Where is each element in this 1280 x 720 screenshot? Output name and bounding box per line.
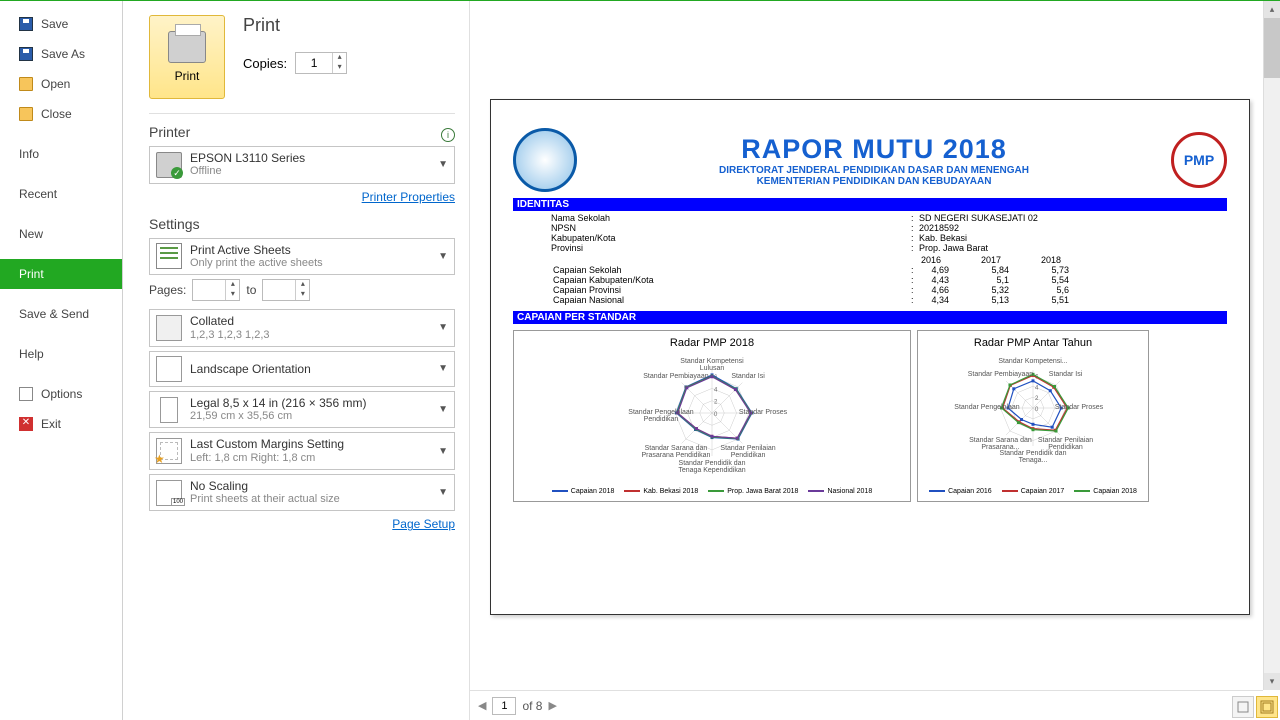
chart-radar-antar-tahun: Radar PMP Antar Tahun 0246Standar Kompet…	[917, 330, 1149, 502]
exit-icon: ✕	[19, 417, 33, 431]
logo-kemdikbud-icon	[513, 128, 577, 192]
landscape-icon	[156, 356, 182, 382]
capaian-bar: CAPAIAN PER STANDAR	[513, 311, 1227, 324]
next-page-button[interactable]: ▶	[548, 699, 556, 712]
doc-subtitle-1: DIREKTORAT JENDERAL PENDIDIKAN DASAR DAN…	[597, 165, 1151, 176]
prev-page-button[interactable]: ◀	[478, 699, 486, 712]
scroll-down-button[interactable]: ▾	[1264, 673, 1280, 690]
pages-to-label: to	[246, 283, 256, 297]
collate-dropdown[interactable]: Collated1,2,3 1,2,3 1,2,3 ▼	[149, 309, 455, 347]
folder-close-icon	[19, 107, 33, 121]
page-setup-link[interactable]: Page Setup	[392, 517, 455, 531]
printer-status-icon	[156, 152, 182, 178]
doc-title: RAPOR MUTU 2018	[597, 134, 1151, 165]
sidebar-print[interactable]: Print	[0, 259, 122, 289]
sidebar-options[interactable]: Options	[0, 379, 122, 409]
show-margins-button[interactable]	[1232, 696, 1254, 718]
sidebar-new[interactable]: New	[0, 219, 122, 249]
page-of-label: of 8	[522, 699, 542, 713]
save-as-icon	[19, 47, 33, 61]
sidebar-recent[interactable]: Recent	[0, 179, 122, 209]
printer-icon	[168, 31, 206, 63]
logo-pmp-icon: PMP	[1171, 132, 1227, 188]
sidebar-open[interactable]: Open	[0, 69, 122, 99]
zoom-to-page-button[interactable]	[1256, 696, 1278, 718]
scaling-icon	[156, 480, 182, 506]
options-icon	[19, 387, 33, 401]
paper-size-dropdown[interactable]: Legal 8,5 x 14 in (216 × 356 mm)21,59 cm…	[149, 391, 455, 429]
sidebar-exit[interactable]: ✕Exit	[0, 409, 122, 439]
backstage-sidebar: Save Save As Open Close Info Recent New …	[0, 1, 123, 720]
printer-section-title: Printer	[149, 124, 190, 140]
printer-info-icon[interactable]: i	[441, 128, 455, 142]
sidebar-close[interactable]: Close	[0, 99, 122, 129]
pages-from-spinner[interactable]: ▴▾	[192, 279, 240, 301]
chart-radar-2018: Radar PMP 2018 0246Standar Kompetensi Lu…	[513, 330, 911, 502]
chevron-down-icon: ▼	[438, 159, 448, 170]
sheets-icon	[156, 243, 182, 269]
settings-section-title: Settings	[149, 216, 455, 232]
print-title: Print	[243, 15, 347, 36]
copies-spinner[interactable]: ▴▾	[295, 52, 347, 74]
folder-open-icon	[19, 77, 33, 91]
vertical-scrollbar[interactable]: ▴ ▾	[1263, 1, 1280, 690]
collate-icon	[156, 315, 182, 341]
chevron-down-icon: ▼	[438, 487, 448, 498]
printer-properties-link[interactable]: Printer Properties	[362, 190, 455, 204]
sidebar-save[interactable]: Save	[0, 9, 122, 39]
chevron-down-icon: ▼	[438, 446, 448, 457]
print-what-dropdown[interactable]: Print Active SheetsOnly print the active…	[149, 238, 455, 276]
scaling-dropdown[interactable]: No ScalingPrint sheets at their actual s…	[149, 474, 455, 512]
copies-input[interactable]	[296, 56, 332, 70]
page-number-input[interactable]	[492, 697, 516, 715]
preview-page: RAPOR MUTU 2018 DIREKTORAT JENDERAL PEND…	[490, 99, 1250, 615]
sidebar-save-send[interactable]: Save & Send	[0, 299, 122, 329]
print-button[interactable]: Print	[149, 15, 225, 99]
print-settings-panel: Print Print Copies: ▴▾ Printer i EPSO	[123, 1, 469, 720]
identitas-bar: IDENTITAS	[513, 198, 1227, 211]
scroll-thumb[interactable]	[1264, 18, 1280, 78]
pages-to-input[interactable]	[263, 283, 295, 297]
copies-down[interactable]: ▾	[332, 63, 346, 73]
preview-page-nav: ◀ of 8 ▶	[470, 690, 1263, 720]
doc-subtitle-2: KEMENTERIAN PENDIDIKAN DAN KEBUDAYAAN	[597, 176, 1151, 187]
orientation-dropdown[interactable]: Landscape Orientation ▼	[149, 351, 455, 387]
sidebar-help[interactable]: Help	[0, 339, 122, 369]
sidebar-info[interactable]: Info	[0, 139, 122, 169]
copies-label: Copies:	[243, 56, 287, 71]
paper-icon	[160, 397, 178, 423]
margins-icon: ★	[156, 438, 182, 464]
save-icon	[19, 17, 33, 31]
chevron-down-icon: ▼	[438, 322, 448, 333]
scroll-up-button[interactable]: ▴	[1264, 1, 1280, 18]
pages-from-input[interactable]	[193, 283, 225, 297]
pages-to-spinner[interactable]: ▴▾	[262, 279, 310, 301]
print-preview: ▴ ▾ RAPOR MUTU 2018 DIREKTORAT JENDERAL …	[469, 1, 1280, 720]
chevron-down-icon: ▼	[438, 251, 448, 262]
chevron-down-icon: ▼	[438, 404, 448, 415]
margins-dropdown[interactable]: ★ Last Custom Margins SettingLeft: 1,8 c…	[149, 432, 455, 470]
printer-dropdown[interactable]: EPSON L3110 Series Offline ▼	[149, 146, 455, 184]
pages-label: Pages:	[149, 283, 186, 297]
chevron-down-icon: ▼	[438, 363, 448, 374]
sidebar-save-as[interactable]: Save As	[0, 39, 122, 69]
